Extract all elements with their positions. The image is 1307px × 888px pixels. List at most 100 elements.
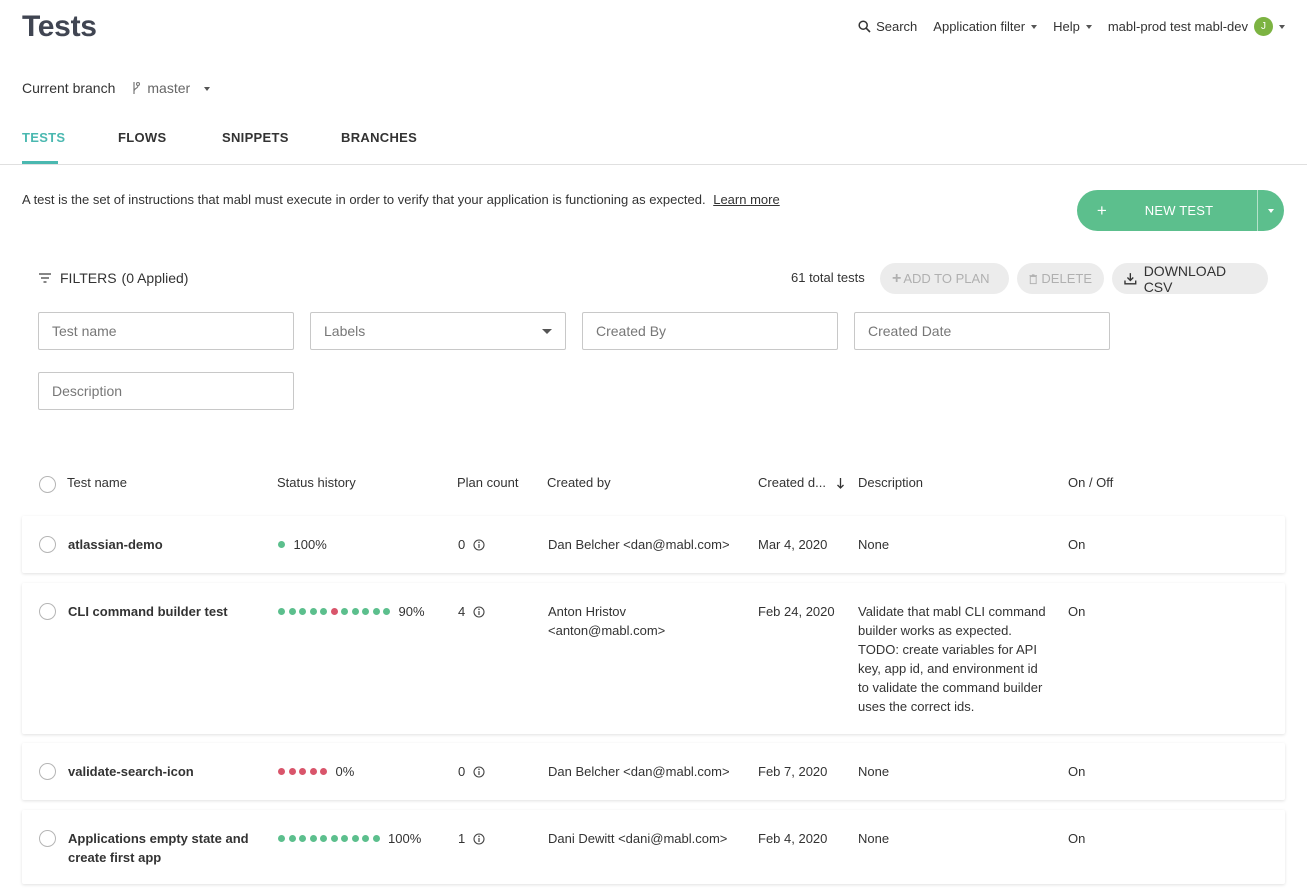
tab-flows[interactable]: FLOWS [118,130,166,145]
status-dot [299,835,306,842]
status-dot [278,768,285,775]
new-test-button[interactable]: + NEW TEST [1077,190,1284,231]
sort-down-icon[interactable] [836,477,845,489]
description-cell: None [858,535,1063,554]
description-line: None [858,537,890,552]
created-by: Dan Belcher <dan@mabl.com> [548,537,730,552]
pass-rate: 90% [398,604,425,619]
table-row[interactable]: validate-search-icon 0% 0 Dan Belcher <dan@… [22,743,1285,800]
plan-count-cell: 4 [458,602,485,621]
created-by-cell: Dan Belcher <dan@mabl.com> [548,535,730,554]
column-header-status-history[interactable]: Status history [277,475,356,490]
delete-button[interactable]: DELETE [1017,263,1104,294]
status-dot [309,608,317,615]
test-name-cell[interactable]: Applications empty state and create first… [68,829,249,867]
description-line: Validate that mabl CLI command [858,604,1046,619]
status-dot [320,608,327,615]
status-history-cell: 100% [278,829,421,848]
test-name: validate-search-icon [68,764,194,779]
chevron-down-icon [1031,25,1038,29]
description-cell: Validate that mabl CLI command builder wo… [858,602,1063,716]
test-name: CLI command builder test [68,604,228,619]
column-header-created-by[interactable]: Created by [547,475,611,490]
test-name-input[interactable] [52,323,280,339]
row-select-radio[interactable] [39,603,56,620]
created-by-input[interactable] [596,323,824,339]
column-header-plan-count[interactable]: Plan count [457,475,518,490]
status-dot [288,835,296,842]
created-by: Dan Belcher <dan@mabl.com> [548,764,730,779]
description-field[interactable] [38,372,294,410]
new-test-label: NEW TEST [1144,203,1214,218]
download-csv-button[interactable]: DOWNLOAD CSV [1112,263,1268,295]
table-row[interactable]: Applications empty state and create first… [22,810,1285,884]
row-select-radio[interactable] [39,763,56,780]
column-header-on-off[interactable]: On / Off [1068,475,1113,490]
labels-select[interactable]: Labels [310,312,566,350]
table-row[interactable]: CLI command builder test 90% 4 Anton Hristo… [22,583,1285,734]
filters-toggle[interactable]: FILTERS (0 Applied) [38,270,188,286]
info-icon[interactable] [473,605,485,618]
status-dot [362,608,369,615]
search-button[interactable]: Search [858,19,917,34]
info-icon[interactable] [473,538,485,551]
column-header-description[interactable]: Description [858,475,923,490]
status-dot [299,768,306,775]
on-off-cell[interactable]: On [1068,829,1085,848]
created-date-field[interactable] [854,312,1110,350]
status-history-cell: 90% [278,602,425,621]
table-row[interactable]: atlassian-demo 100% 0 Dan Belcher <dan@mabl… [22,516,1285,573]
test-name-cell[interactable]: validate-search-icon [68,762,194,781]
status-dot [288,768,296,775]
workspace-menu[interactable]: mabl-prod test mabl-dev J [1108,17,1285,36]
tab-branches[interactable]: BRANCHES [341,130,417,145]
plus-icon: + [892,269,902,287]
info-icon[interactable] [473,832,485,845]
learn-more-link[interactable]: Learn more [713,192,779,207]
application-filter-label: Application filter [933,19,1026,34]
branch-select[interactable]: master [131,80,211,96]
status-dot [278,608,285,615]
application-filter-menu[interactable]: Application filter [933,19,1038,34]
test-name-field[interactable] [38,312,294,350]
active-tab-indicator [22,161,58,164]
created-date-input[interactable] [868,323,1096,339]
select-all-radio[interactable] [39,476,56,493]
total-tests-count: 61 total tests [791,270,865,285]
description-line: None [858,831,890,846]
info-icon[interactable] [473,765,485,778]
row-select-radio[interactable] [39,830,56,847]
column-header-test-name[interactable]: Test name [67,475,127,490]
status-dot [278,541,285,548]
workspace-label: mabl-prod test mabl-dev [1107,19,1248,34]
help-menu[interactable]: Help [1053,19,1092,34]
row-select-radio[interactable] [39,536,56,553]
status-dot [320,835,327,842]
status-dot [288,608,296,615]
add-to-plan-button[interactable]: + ADD TO PLAN [880,263,1009,294]
branch-row: Current branch master [22,80,211,96]
on-off-cell[interactable]: On [1068,602,1085,621]
status-dot [362,835,369,842]
tab-tests[interactable]: TESTS [22,130,65,145]
branch-label: Current branch [22,80,116,96]
intro-text: A test is the set of instructions that m… [22,192,780,207]
created-by-field[interactable] [582,312,838,350]
avatar: J [1254,17,1273,36]
description-input[interactable] [52,383,280,399]
status-dot [383,608,390,615]
labels-placeholder: Labels [324,323,366,339]
new-test-dropdown[interactable] [1258,208,1284,213]
tab-snippets[interactable]: SNIPPETS [222,130,289,145]
status-dot [330,835,338,842]
test-name-cell[interactable]: atlassian-demo [68,535,163,554]
test-name-cell[interactable]: CLI command builder test [68,602,228,621]
intro-description: A test is the set of instructions that m… [22,192,706,207]
pass-rate: 100% [293,537,327,552]
status-dot [278,835,285,842]
status-history-cell: 100% [278,535,327,554]
on-off-cell[interactable]: On [1068,762,1085,781]
on-off-cell[interactable]: On [1068,535,1085,554]
column-header-created-date[interactable]: Created d... [758,475,845,490]
git-branch-icon [133,81,141,94]
